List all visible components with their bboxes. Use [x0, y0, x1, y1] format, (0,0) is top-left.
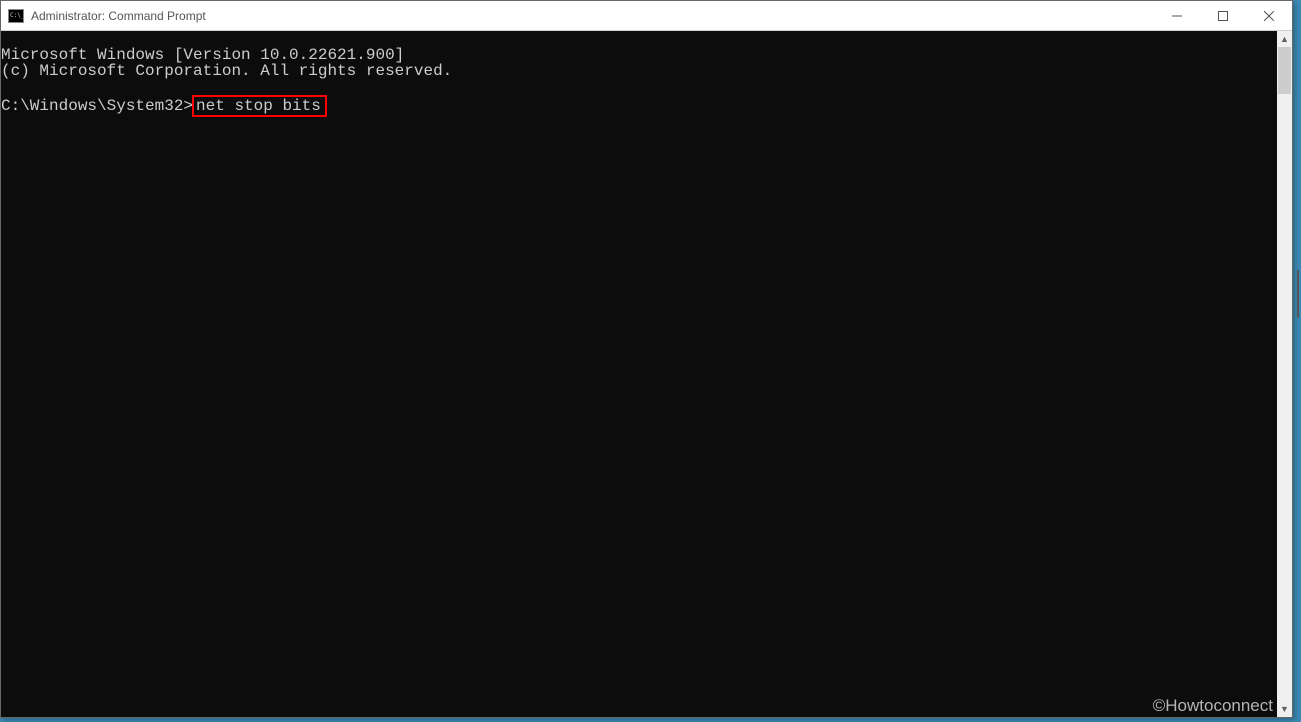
- scroll-down-arrow-icon[interactable]: ▼: [1277, 701, 1292, 717]
- close-button[interactable]: [1246, 1, 1292, 30]
- scroll-up-arrow-icon[interactable]: ▲: [1277, 31, 1292, 47]
- maximize-button[interactable]: [1200, 1, 1246, 30]
- vertical-scrollbar[interactable]: ▲ ▼: [1277, 31, 1292, 717]
- command-highlight-box: net stop bits: [192, 95, 327, 117]
- window-title: Administrator: Command Prompt: [31, 9, 1154, 23]
- cmd-icon: [8, 9, 24, 23]
- console-area-wrap: Microsoft Windows [Version 10.0.22621.90…: [1, 31, 1292, 717]
- command-text: net stop bits: [196, 97, 321, 115]
- page-scroll-hint: [1297, 270, 1299, 318]
- scrollbar-thumb[interactable]: [1278, 47, 1291, 94]
- cmd-window: Administrator: Command Prompt Microsoft …: [0, 0, 1293, 718]
- watermark-text: ©Howtoconnect: [1153, 696, 1273, 716]
- console-output[interactable]: Microsoft Windows [Version 10.0.22621.90…: [1, 31, 1277, 717]
- titlebar[interactable]: Administrator: Command Prompt: [1, 1, 1292, 31]
- console-prompt-line: C:\Windows\System32>net stop bits: [1, 95, 327, 117]
- window-controls: [1154, 1, 1292, 30]
- prompt-text: C:\Windows\System32>: [1, 97, 193, 115]
- console-line-copyright: (c) Microsoft Corporation. All rights re…: [1, 62, 452, 80]
- minimize-button[interactable]: [1154, 1, 1200, 30]
